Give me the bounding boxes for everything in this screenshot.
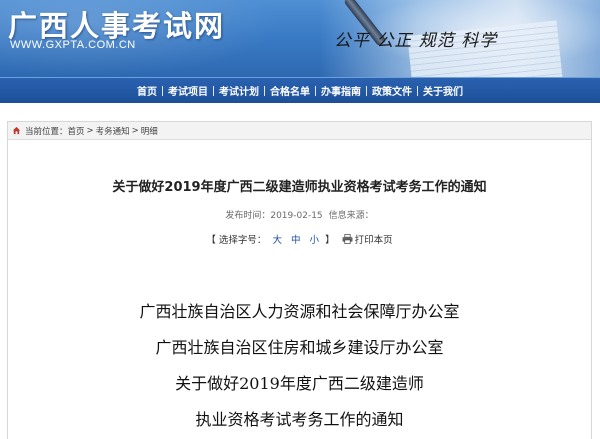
printer-icon[interactable] (342, 234, 353, 244)
article-meta: 发布时间：2019-02-15 信息来源： (8, 208, 591, 221)
print-page-link[interactable]: 打印本页 (355, 235, 393, 246)
home-icon (12, 126, 21, 135)
font-size-medium[interactable]: 中 (291, 235, 301, 246)
nav-divider (264, 85, 265, 96)
body-line-4: 执业资格考试考务工作的通知 (195, 410, 404, 429)
nav-divider (366, 85, 367, 96)
font-size-bracket-close: 】 (325, 235, 335, 246)
font-size-label: 选择字号： (218, 235, 267, 246)
breadcrumb-separator: > (86, 125, 94, 136)
nav-divider (417, 85, 418, 96)
nav-item-exam-plan[interactable]: 考试计划 (214, 83, 264, 98)
body-line-2: 广西壮族自治区住房和城乡建设厅办公室 (155, 338, 444, 357)
body-line-3: 关于做好2019年度广西二级建造师 (175, 374, 424, 393)
breadcrumb: 当前位置： 首页 > 考务通知 > 明细 (8, 122, 591, 140)
site-url: WWW.GXPTA.COM.CN (10, 39, 136, 51)
font-size-bracket-open: 【 (206, 235, 216, 246)
breadcrumb-current: 明细 (140, 126, 158, 137)
nav-item-home[interactable]: 首页 (132, 83, 162, 98)
article-panel: 当前位置： 首页 > 考务通知 > 明细 关于做好2019年度广西二级建造师执业… (7, 121, 592, 439)
font-size-selector: 【 选择字号： 大 中 小 】 打印本页 (8, 232, 591, 246)
breadcrumb-separator: > (131, 125, 139, 136)
body-line-1: 广西壮族自治区人力资源和社会保障厅办公室 (139, 302, 460, 321)
site-banner: 广西人事考试网 WWW.GXPTA.COM.CN 公平 公正 规范 科学 (0, 0, 600, 77)
publish-label: 发布时间： (225, 211, 271, 221)
nav-divider (213, 85, 214, 96)
article-title: 关于做好2019年度广西二级建造师执业资格考试考务工作的通知 (112, 180, 487, 195)
main-nav: 首页 考试项目 考试计划 合格名单 办事指南 政策文件 关于我们 (0, 77, 600, 103)
breadcrumb-prefix: 当前位置： (25, 126, 68, 137)
nav-item-exam-projects[interactable]: 考试项目 (163, 83, 213, 98)
publish-date: 2019-02-15 (270, 211, 323, 221)
site-slogan: 公平 公正 规范 科学 (334, 31, 498, 51)
breadcrumb-home[interactable]: 首页 (68, 125, 85, 137)
breadcrumb-exam-notices[interactable]: 考务通知 (96, 125, 130, 137)
nav-item-qualified-list[interactable]: 合格名单 (265, 83, 315, 98)
nav-divider (162, 85, 163, 96)
nav-item-policy-docs[interactable]: 政策文件 (367, 83, 417, 98)
font-size-small[interactable]: 小 (310, 235, 320, 246)
nav-divider (315, 85, 316, 96)
source-label: 信息来源： (328, 211, 374, 221)
font-size-large[interactable]: 大 (272, 235, 282, 246)
nav-item-service-guide[interactable]: 办事指南 (316, 83, 366, 98)
nav-item-about-us[interactable]: 关于我们 (418, 83, 468, 98)
